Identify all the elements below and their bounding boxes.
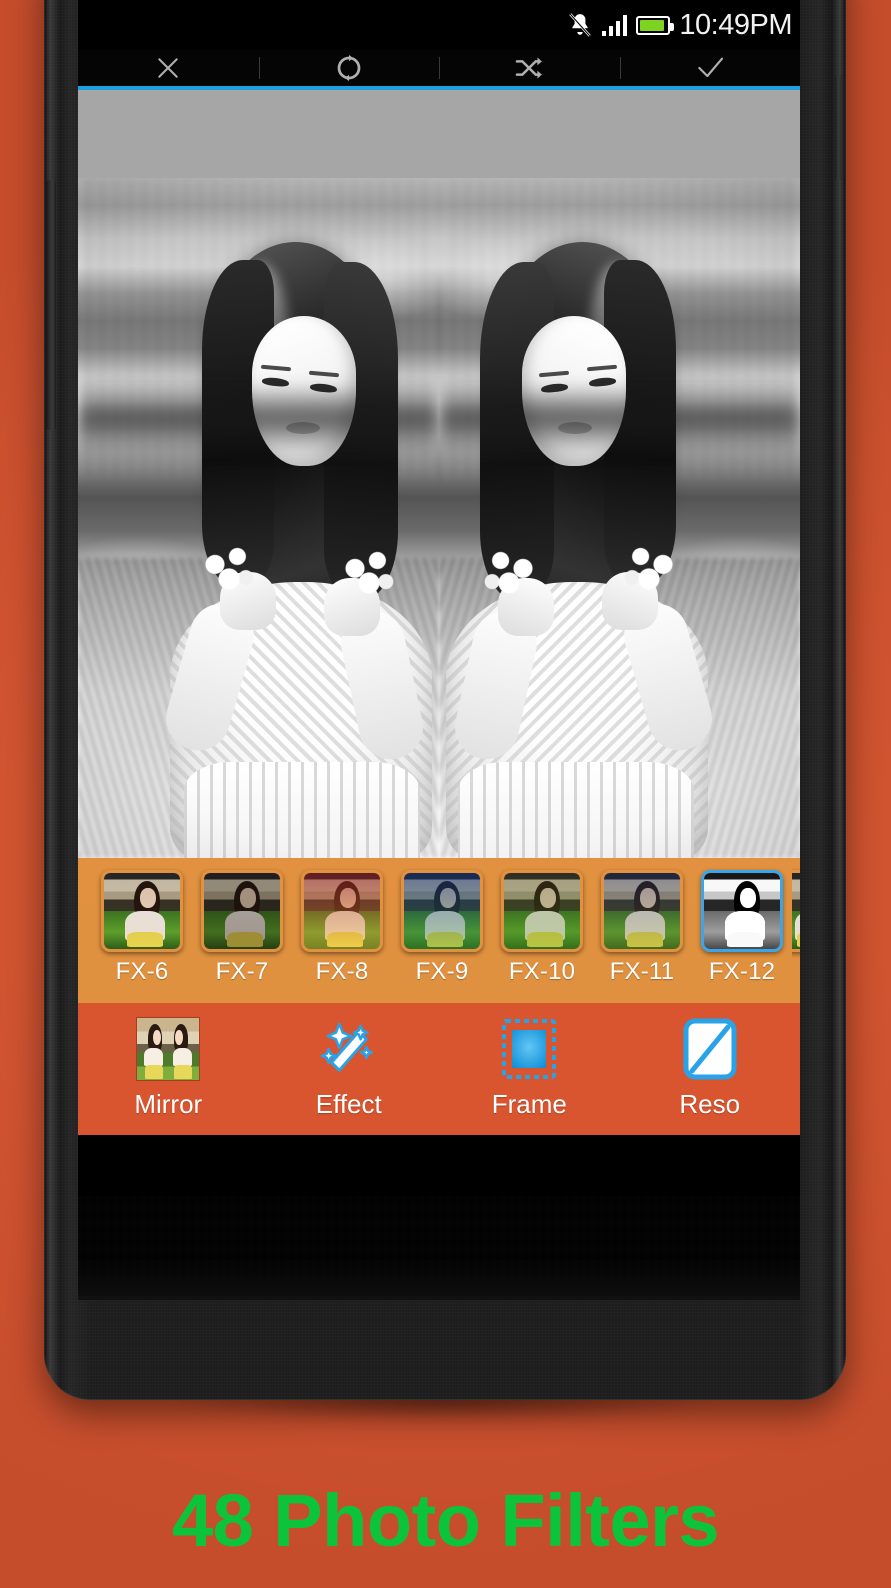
- rotate-button[interactable]: [258, 50, 440, 86]
- filter-item-fx7[interactable]: FX-7: [192, 858, 292, 986]
- photo-canvas[interactable]: [78, 178, 800, 858]
- check-icon: [698, 57, 723, 78]
- filter-item-fx12[interactable]: FX-12: [692, 858, 792, 986]
- phone-screen: 10:49PM FX-6 FX-7 FX-8 FX-9 FX-10 FX-11 …: [78, 0, 800, 1196]
- filter-thumbnail[interactable]: [792, 870, 800, 952]
- tool-effect[interactable]: Effect: [259, 1003, 440, 1120]
- mirror-thumbnail-icon: [134, 1015, 202, 1083]
- filter-strip[interactable]: FX-6 FX-7 FX-8 FX-9 FX-10 FX-11 FX-12: [78, 858, 800, 1003]
- filter-thumbnail[interactable]: [401, 870, 483, 952]
- tool-label: Reso: [679, 1089, 741, 1119]
- tool-reso[interactable]: Reso: [620, 1003, 801, 1120]
- tool-label: Frame: [491, 1089, 567, 1119]
- filter-label: FX-6: [115, 958, 169, 985]
- filter-item-fx10[interactable]: FX-10: [492, 858, 592, 986]
- filter-item-fx9[interactable]: FX-9: [392, 858, 492, 986]
- volume-button[interactable]: [46, 180, 56, 430]
- bell-mute-icon: [567, 12, 593, 38]
- tool-mirror[interactable]: Mirror: [78, 1003, 259, 1120]
- rotate-icon: [337, 54, 361, 82]
- status-bar: 10:49PM: [78, 0, 800, 50]
- filter-label: FX-9: [415, 958, 469, 985]
- tool-label: Effect: [315, 1089, 382, 1119]
- filter-track[interactable]: FX-6 FX-7 FX-8 FX-9 FX-10 FX-11 FX-12: [78, 858, 800, 1003]
- filter-thumbnail[interactable]: [501, 870, 583, 952]
- promo-caption: 48 Photo Filters: [171, 1479, 720, 1562]
- filter-item-next-partial[interactable]: [792, 858, 800, 958]
- close-icon: [158, 58, 178, 78]
- filter-label: FX-12: [708, 958, 776, 985]
- photo-half-right-mirrored: [439, 178, 800, 858]
- signal-bars-icon: [601, 14, 628, 36]
- confirm-button[interactable]: [619, 50, 801, 86]
- filter-item-fx6[interactable]: FX-6: [92, 858, 192, 986]
- tool-frame[interactable]: Frame: [439, 1003, 620, 1120]
- filter-label: FX-8: [315, 958, 369, 985]
- filter-label: FX-11: [609, 958, 675, 985]
- status-bar-clock: 10:49PM: [679, 8, 792, 41]
- editor-bottom-toolbar: Mirror Effect Frame Reso: [78, 1003, 800, 1135]
- filter-item-fx11[interactable]: FX-11: [592, 858, 692, 986]
- shuffle-button[interactable]: [439, 50, 620, 86]
- power-button[interactable]: [835, 75, 845, 180]
- filter-item-fx8[interactable]: FX-8: [292, 858, 392, 986]
- photo-half-left: [78, 178, 439, 858]
- filter-thumbnail[interactable]: [601, 870, 683, 952]
- shuffle-icon: [515, 57, 543, 79]
- close-button[interactable]: [78, 50, 259, 86]
- speaker-grille-fade: [78, 1196, 800, 1300]
- blank-gray-panel: [78, 90, 800, 178]
- filter-thumbnail[interactable]: [301, 870, 383, 952]
- filter-thumbnail[interactable]: [101, 870, 183, 952]
- editor-action-bar: [78, 50, 800, 86]
- filter-label: FX-10: [508, 958, 576, 985]
- resolution-icon: [676, 1015, 744, 1083]
- filter-thumbnail-selected[interactable]: [701, 870, 783, 952]
- magic-wand-icon: [315, 1015, 383, 1083]
- frame-icon: [495, 1015, 563, 1083]
- filter-label: FX-7: [215, 958, 269, 985]
- battery-icon: [636, 15, 675, 35]
- filter-thumbnail[interactable]: [201, 870, 283, 952]
- tool-label: Mirror: [134, 1089, 203, 1119]
